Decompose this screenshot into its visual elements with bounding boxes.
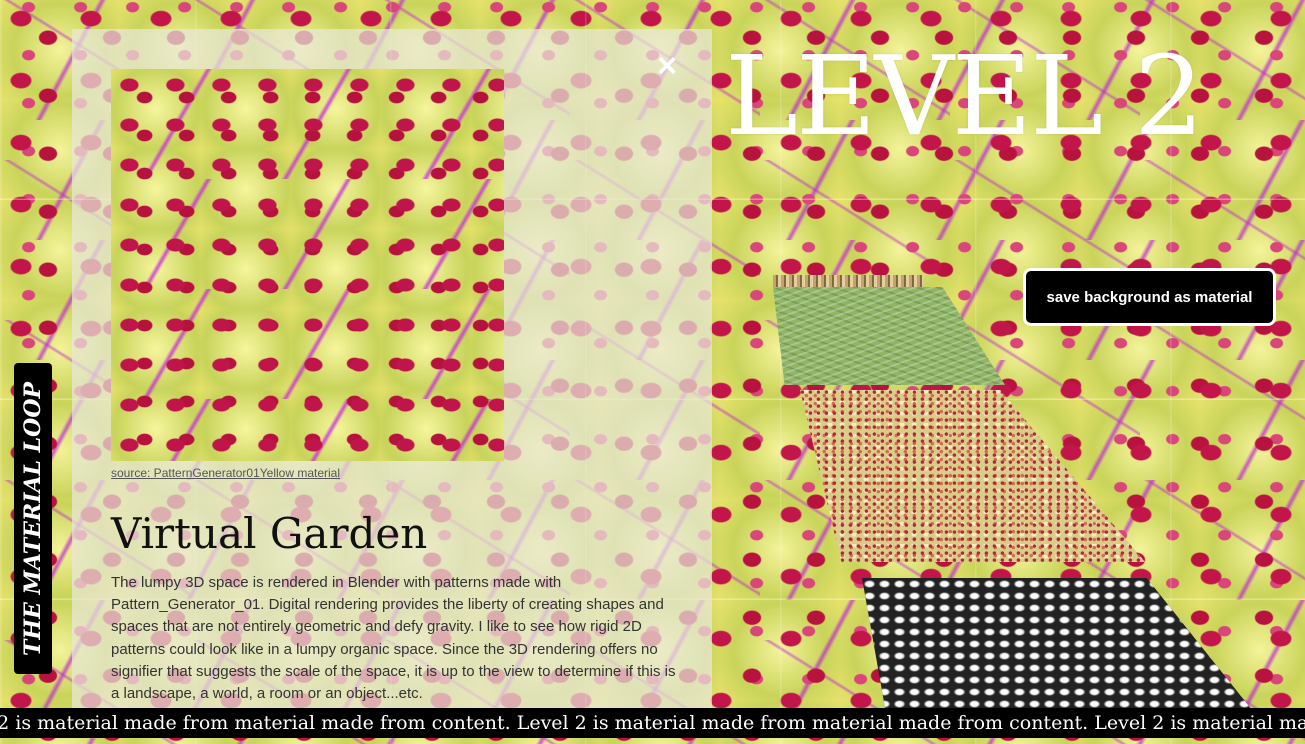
info-panel: × source: PatternGenerator01Yellow mater… bbox=[72, 29, 712, 729]
side-label-text: THE MATERIAL LOOP bbox=[20, 381, 46, 656]
material-surface-strip bbox=[773, 275, 923, 287]
panel-title: Virtual Garden bbox=[111, 509, 428, 558]
level-heading: LEVEL 2 bbox=[725, 32, 1204, 160]
ticker-text: l 2 is material made from material made … bbox=[0, 712, 1305, 734]
material-surface-green bbox=[773, 287, 1005, 385]
source-link[interactable]: source: PatternGenerator01Yellow materia… bbox=[111, 466, 340, 480]
material-preview-image bbox=[111, 69, 504, 461]
close-icon[interactable]: × bbox=[652, 47, 682, 85]
side-label-tab[interactable]: THE MATERIAL LOOP bbox=[14, 363, 52, 674]
save-background-button[interactable]: save background as material bbox=[1023, 268, 1276, 326]
material-surface-speckle bbox=[800, 390, 1145, 562]
panel-description: The lumpy 3D space is rendered in Blende… bbox=[111, 574, 676, 703]
material-surface-bw bbox=[862, 578, 1252, 710]
ticker-bar: l 2 is material made from material made … bbox=[0, 708, 1305, 738]
